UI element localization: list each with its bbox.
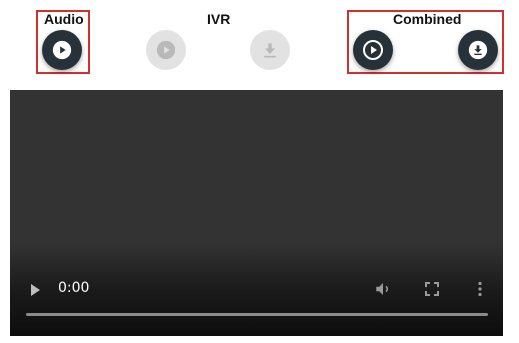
combined-play-button[interactable]: [353, 30, 393, 70]
more-vertical-icon: [477, 281, 483, 297]
seek-bar[interactable]: [26, 313, 488, 316]
play-icon: [28, 283, 42, 297]
fullscreen-button[interactable]: [421, 278, 443, 300]
play-circle-icon: [155, 39, 177, 61]
more-options-button[interactable]: [469, 278, 491, 300]
play-circle-outline-icon: [361, 38, 385, 62]
current-time: 0:00: [58, 280, 90, 296]
download-circle-icon: [467, 39, 489, 61]
play-circle-icon: [51, 39, 73, 61]
ivr-download-button[interactable]: [250, 30, 290, 70]
video-play-button[interactable]: [24, 279, 46, 301]
audio-play-button[interactable]: [42, 30, 82, 70]
fullscreen-icon: [425, 282, 439, 296]
video-player[interactable]: 0:00: [10, 90, 503, 336]
ivr-play-button[interactable]: [146, 30, 186, 70]
mute-button[interactable]: [372, 278, 394, 300]
combined-download-button[interactable]: [458, 30, 498, 70]
volume-icon: [374, 280, 392, 298]
download-icon: [260, 40, 280, 60]
ivr-label: IVR: [207, 11, 231, 27]
